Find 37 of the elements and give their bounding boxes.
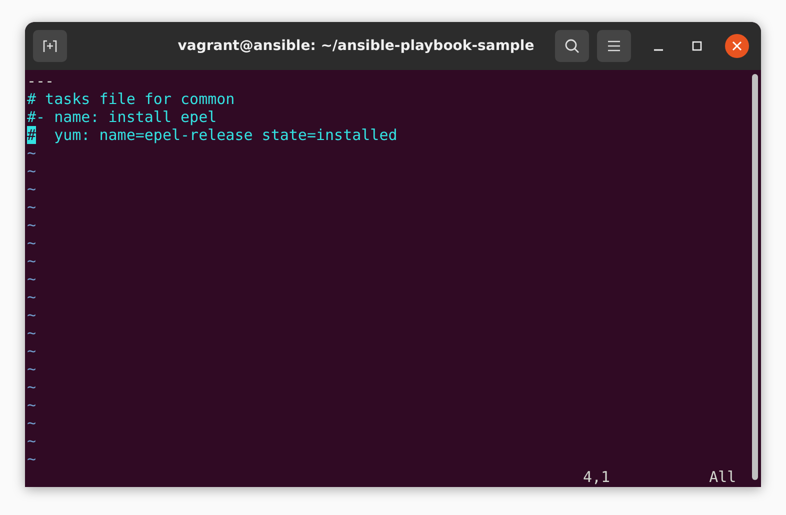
empty-line-marker: ~ bbox=[27, 216, 36, 234]
close-icon bbox=[732, 41, 742, 51]
new-tab-icon bbox=[42, 39, 58, 53]
empty-line-marker: ~ bbox=[27, 414, 36, 432]
empty-line-marker: ~ bbox=[27, 378, 36, 396]
scroll-indicator: All bbox=[709, 468, 736, 486]
empty-line-marker: ~ bbox=[27, 180, 36, 198]
code-line: yum: name=epel-release state=installed bbox=[53, 126, 398, 144]
empty-line-marker: ~ bbox=[27, 288, 36, 306]
menu-button[interactable] bbox=[597, 30, 631, 62]
code-line: #- name: install epel bbox=[27, 108, 217, 126]
cursor-position: 4,1 bbox=[583, 468, 610, 486]
empty-line-marker: ~ bbox=[27, 360, 36, 378]
empty-line-marker: ~ bbox=[27, 252, 36, 270]
search-button[interactable] bbox=[555, 30, 589, 62]
empty-line-marker: ~ bbox=[27, 396, 36, 414]
empty-line-marker: ~ bbox=[27, 432, 36, 450]
empty-line-marker: ~ bbox=[27, 270, 36, 288]
new-tab-button[interactable] bbox=[33, 30, 67, 62]
window-title: vagrant@ansible: ~/ansible-playbook-sample bbox=[176, 38, 536, 54]
empty-line-marker: ~ bbox=[27, 306, 36, 324]
empty-line-marker: ~ bbox=[27, 324, 36, 342]
empty-line-marker: ~ bbox=[27, 234, 36, 252]
empty-line-marker: ~ bbox=[27, 144, 36, 162]
close-button[interactable] bbox=[725, 34, 749, 58]
empty-line-marker: ~ bbox=[27, 450, 36, 468]
maximize-icon bbox=[692, 41, 702, 51]
minimize-icon bbox=[654, 49, 662, 51]
menu-icon bbox=[607, 40, 621, 52]
empty-line-marker: ~ bbox=[27, 342, 36, 360]
code-line: # tasks file for common bbox=[27, 90, 235, 108]
empty-line-marker: ~ bbox=[27, 198, 36, 216]
search-icon bbox=[564, 38, 580, 54]
scrollbar[interactable] bbox=[752, 74, 758, 480]
empty-line-marker: ~ bbox=[27, 162, 36, 180]
text-cursor: # bbox=[27, 126, 36, 144]
code-line: --- bbox=[27, 72, 54, 90]
